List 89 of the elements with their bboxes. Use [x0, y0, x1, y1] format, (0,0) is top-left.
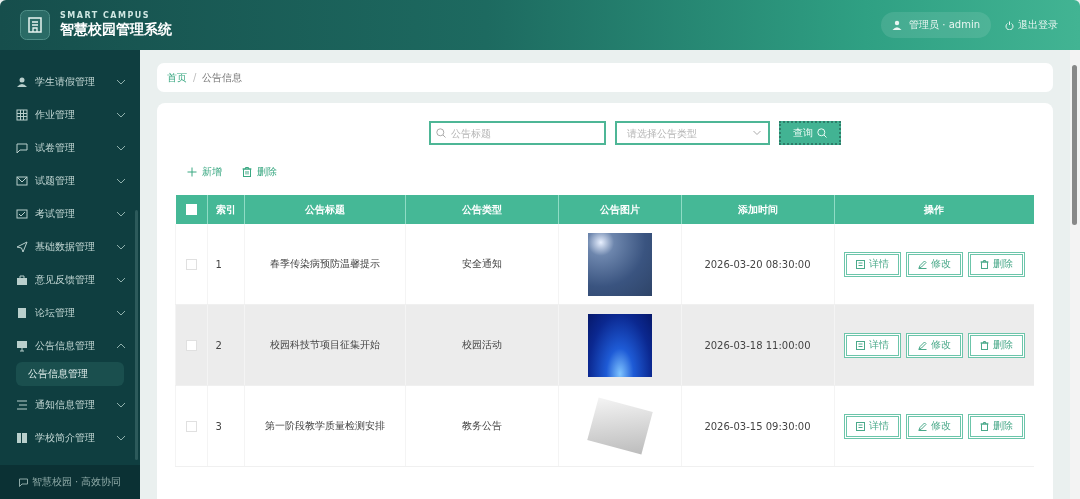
logout-button[interactable]: 退出登录 — [1005, 18, 1058, 32]
photo-placeholder — [587, 232, 652, 296]
person-icon — [16, 75, 28, 88]
column-header: 公告标题 — [244, 195, 405, 224]
monitor-icon — [16, 339, 28, 352]
delete-button[interactable]: 删除 — [967, 332, 1025, 358]
document-icon — [855, 421, 865, 431]
column-header: 操作 — [834, 195, 1034, 224]
column-header: 公告图片 — [558, 195, 681, 224]
document-icon — [16, 306, 28, 319]
bag-icon — [16, 273, 28, 286]
sidebar-footer-text: 智慧校园 · 高效协同 — [31, 475, 122, 489]
details-button[interactable]: 详情 — [843, 413, 901, 439]
row-checkbox[interactable] — [185, 258, 197, 270]
menu-item[interactable]: 通知信息管理 — [16, 388, 140, 421]
pencil-icon — [917, 421, 927, 431]
menu-item[interactable]: 试卷管理 — [16, 131, 140, 164]
delete-button[interactable]: 删除 — [967, 413, 1025, 439]
time-cell: 2026-03-15 09:30:00 — [704, 420, 811, 432]
send-icon — [16, 240, 28, 253]
menu-item[interactable]: 学生请假管理 — [16, 65, 140, 98]
title-cell: 春季传染病预防温馨提示 — [269, 258, 380, 269]
breadcrumb-current: 公告信息 — [202, 70, 243, 85]
plus-icon — [187, 167, 197, 177]
edit-button[interactable]: 修改 — [905, 332, 963, 358]
mail-icon — [16, 174, 28, 187]
select-all-checkbox[interactable] — [185, 204, 197, 216]
menu-item[interactable]: 意见反馈管理 — [16, 263, 140, 296]
title-cell: 第一阶段教学质量检测安排 — [264, 420, 385, 431]
book-icon — [16, 431, 28, 444]
type-cell: 安全通知 — [461, 258, 502, 269]
menu-item[interactable]: 作业管理 — [16, 98, 140, 131]
pencil-icon — [917, 340, 927, 350]
menu-item[interactable]: 考试管理 — [16, 197, 140, 230]
breadcrumb-separator: / — [193, 72, 197, 83]
menu-item[interactable]: 基础数据管理 — [16, 230, 140, 263]
grid-icon — [16, 108, 28, 121]
trash-icon — [979, 421, 989, 431]
index-cell: 2 — [215, 339, 222, 351]
chat-icon — [18, 477, 28, 487]
row-checkbox[interactable] — [185, 420, 197, 432]
menu-item[interactable]: 学校简介管理 — [16, 421, 140, 454]
list-icon — [16, 398, 28, 411]
edit-button[interactable]: 修改 — [905, 251, 963, 277]
index-cell: 1 — [215, 258, 222, 270]
form-icon — [16, 207, 28, 220]
scrollbar[interactable] — [1072, 65, 1077, 225]
trash-icon — [979, 259, 989, 269]
app-subtitle: SMART CAMPUS — [60, 11, 152, 20]
person-icon — [892, 20, 903, 30]
chevron-down-icon — [752, 130, 761, 136]
building-logo-icon — [20, 10, 50, 40]
document-icon — [855, 340, 865, 350]
menu-item[interactable]: 试题管理 — [16, 164, 140, 197]
user-chip[interactable]: 管理员 · admin — [881, 12, 991, 38]
delete-button[interactable]: 删除 — [242, 165, 277, 179]
search-icon — [816, 128, 827, 138]
type-cell: 教务公告 — [461, 420, 502, 431]
column-header: 添加时间 — [681, 195, 834, 224]
time-cell: 2026-03-20 08:30:00 — [704, 258, 811, 270]
menu-item[interactable]: 公告信息管理 — [16, 329, 140, 362]
query-button[interactable]: 查询 — [778, 121, 841, 145]
document-icon — [855, 259, 865, 269]
menu-item[interactable]: 论坛管理 — [16, 296, 140, 329]
details-button[interactable]: 详情 — [843, 251, 901, 277]
column-header: 索引 — [207, 195, 244, 224]
type-cell: 校园活动 — [461, 339, 502, 350]
delete-button[interactable]: 删除 — [967, 251, 1025, 277]
column-header: 公告类型 — [405, 195, 558, 224]
photo-placeholder — [587, 313, 652, 377]
title-cell: 校园科技节项目征集开始 — [269, 339, 380, 350]
title-search-field[interactable]: 公告标题 — [428, 121, 606, 145]
submenu-item[interactable]: 公告信息管理 — [16, 362, 124, 386]
details-button[interactable]: 详情 — [843, 332, 901, 358]
type-select[interactable]: 请选择公告类型 — [614, 121, 770, 145]
index-cell: 3 — [215, 420, 222, 432]
user-name: 管理员 · admin — [909, 18, 980, 32]
search-icon — [435, 128, 446, 138]
breadcrumb-link[interactable]: 首页 — [167, 70, 187, 85]
edit-button[interactable]: 修改 — [905, 413, 963, 439]
row-checkbox[interactable] — [185, 339, 197, 351]
pencil-icon — [917, 259, 927, 269]
chat-icon — [16, 141, 28, 154]
trash-icon — [242, 167, 252, 177]
power-icon — [1005, 20, 1014, 30]
app-title: 智慧校园管理系统 — [60, 21, 172, 39]
trash-icon — [979, 340, 989, 350]
add-button[interactable]: 新增 — [187, 165, 222, 179]
time-cell: 2026-03-18 11:00:00 — [704, 339, 811, 351]
